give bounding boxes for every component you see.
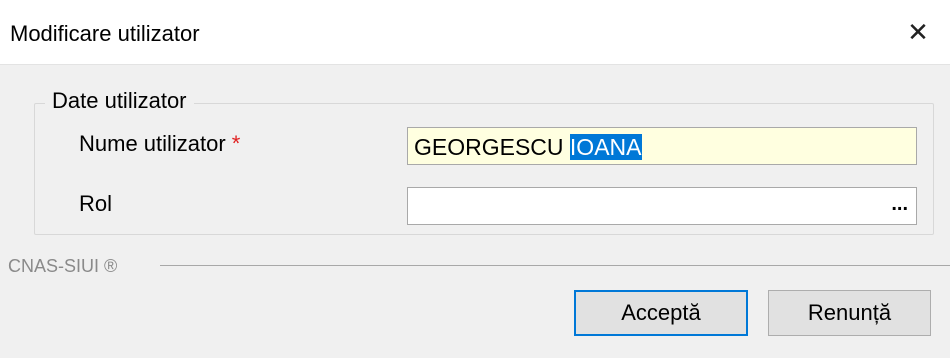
username-input[interactable]: GEORGESCU IOANA — [407, 127, 917, 165]
dialog-title: Modificare utilizator — [10, 21, 200, 46]
brand-label: CNAS-SIUI ® — [8, 256, 118, 276]
footer-separator — [160, 265, 950, 266]
required-marker: * — [231, 131, 241, 156]
accept-button[interactable]: Acceptă — [574, 290, 748, 336]
title-bar: Modificare utilizator ✕ — [0, 0, 950, 65]
username-selected-text: IOANA — [569, 134, 642, 160]
close-icon: ✕ — [907, 16, 929, 47]
role-input[interactable]: ... — [407, 187, 917, 225]
role-lookup-button[interactable]: ... — [891, 190, 908, 218]
username-value: GEORGESCU IOANA — [414, 133, 642, 161]
cancel-button[interactable]: Renunță — [768, 290, 931, 336]
edit-user-dialog: Modificare utilizator ✕ Date utilizator … — [0, 0, 950, 358]
username-value-text: GEORGESCU — [414, 134, 570, 160]
username-label: Nume utilizator * — [79, 130, 240, 158]
username-label-text: Nume utilizator — [79, 131, 226, 156]
role-label: Rol — [79, 191, 113, 216]
close-button[interactable]: ✕ — [886, 0, 950, 64]
groupbox-legend: Date utilizator — [45, 87, 194, 115]
